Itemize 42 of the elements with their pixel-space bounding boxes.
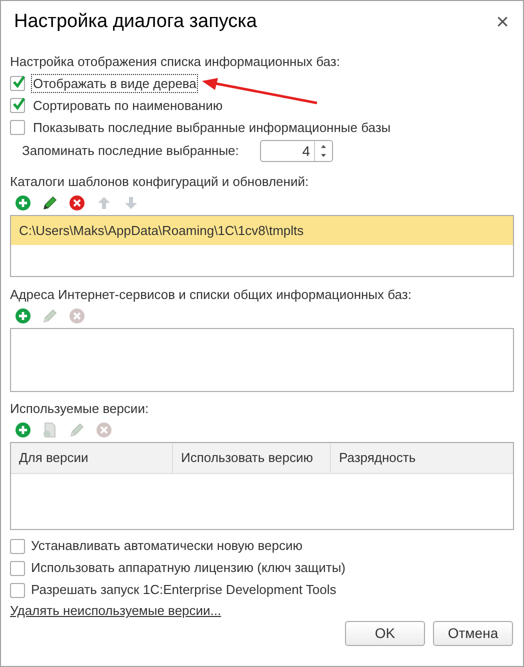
checkbox[interactable] [10,76,25,90]
pencil-icon [42,195,58,211]
checkbox-label[interactable]: Отображать в виде дерева [31,74,198,92]
copy-icon [42,422,58,438]
column-header[interactable]: Для версии [11,443,173,473]
column-header[interactable]: Разрядность [331,443,513,473]
section-label: Настройка отображения списка информационных баз: [10,53,341,71]
section-label: Адреса Интернет-сервисов и списки общих информационных баз: [10,286,412,304]
checkbox-label[interactable]: Сортировать по наименованию [31,96,225,114]
add-icon [15,422,31,438]
section-label: Каталоги шаблонов конфигураций и обновлений: [10,173,310,191]
delete-icon [69,195,85,211]
checkbox-label[interactable]: Устанавливать автоматически новую версию [31,536,303,556]
close-button[interactable]: × [496,11,509,33]
dialog-button[interactable]: OK [345,621,425,646]
checkbox-label[interactable]: Показывать последние выбранные информационные базы [31,118,393,136]
toolbar-button[interactable] [42,195,58,211]
dialog-button[interactable]: Отмена [433,621,513,646]
column-header[interactable]: Использовать версию [173,443,331,473]
checkbox[interactable] [10,120,25,134]
add-icon [15,308,31,324]
add-icon [15,195,31,211]
number-spinner[interactable]: 4 [260,140,333,162]
checkmark-icon [12,74,26,88]
checkbox[interactable] [10,560,25,576]
pencil-icon [69,422,85,438]
checkbox[interactable] [10,538,25,554]
checkbox-label[interactable]: Использовать аппаратную лицензию (ключ защиты) [31,558,346,578]
field-label: Запоминать последние выбранные: [22,142,240,160]
list-row[interactable]: C:\Users\Maks\AppData\Roaming\1C\1cv8\tmplts [11,216,513,245]
down-arrow-icon [124,196,138,210]
delete-icon [69,308,85,324]
delete-versions-link[interactable]: Удалять неиспользуемые версии... [10,601,222,621]
checkbox[interactable] [10,98,25,112]
delete-icon [96,422,112,438]
up-arrow-icon [97,196,111,210]
checkmark-icon [12,96,26,110]
window-title: Настройка диалога запуска [14,10,257,34]
checkbox[interactable] [10,582,25,598]
pencil-icon [42,308,58,324]
section-label: Используемые версии: [10,400,150,418]
checkbox-label[interactable]: Разрешать запуск 1C:Enterprise Development Tools [31,580,336,600]
